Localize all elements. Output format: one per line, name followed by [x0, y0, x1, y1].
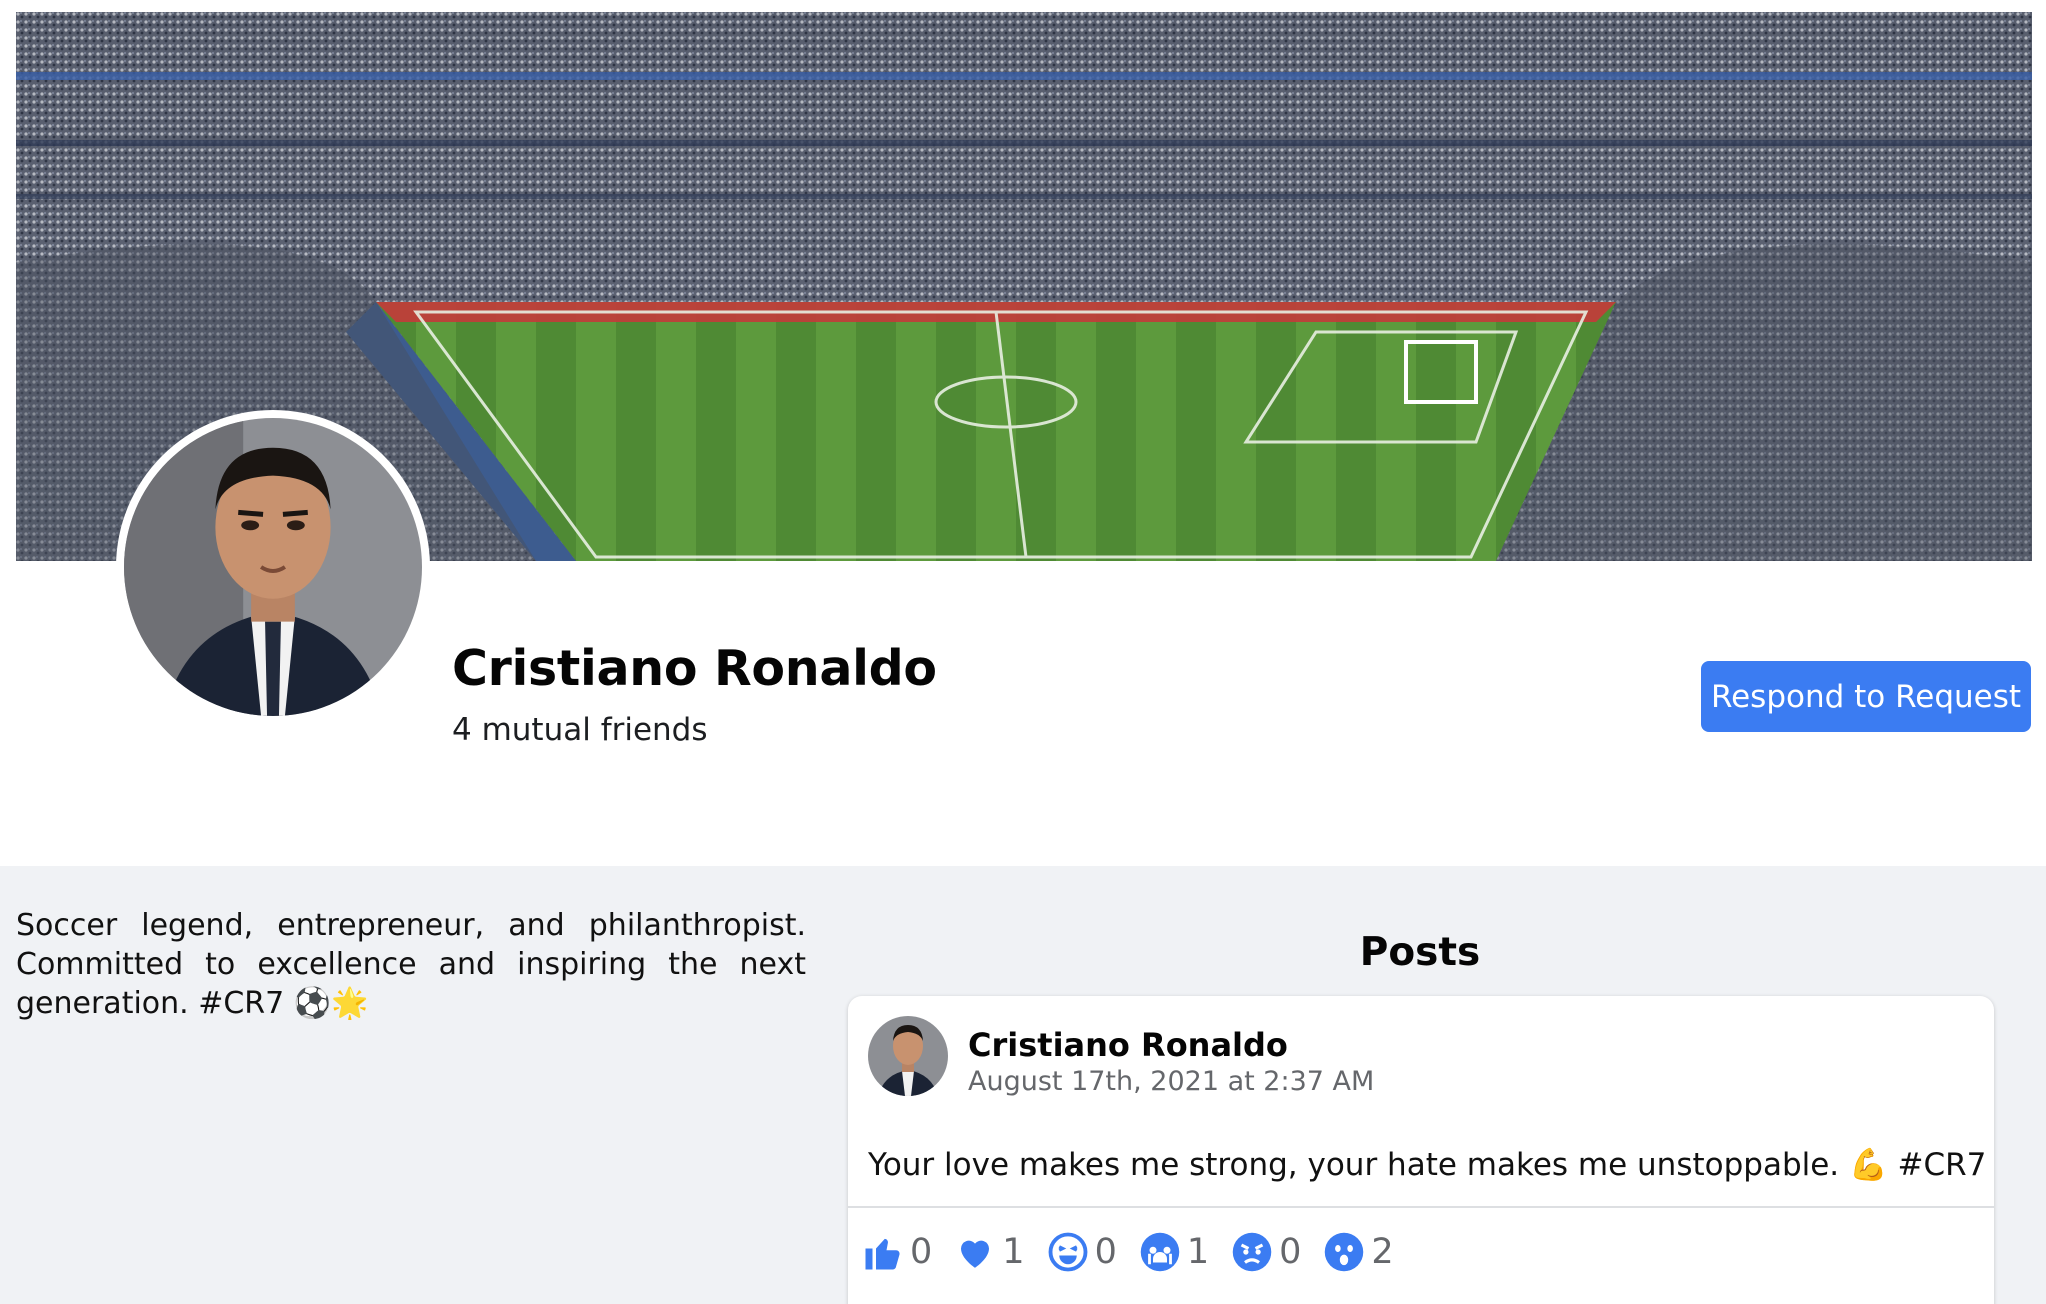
like-icon — [865, 1238, 900, 1270]
post-divider — [848, 1206, 1994, 1208]
reaction-sad[interactable]: 1 — [1139, 1231, 1209, 1273]
reaction-angry[interactable]: 0 — [1231, 1231, 1301, 1273]
like-count: 0 — [910, 1232, 933, 1272]
profile-name: Cristiano Ronaldo — [452, 640, 937, 697]
reaction-wow[interactable]: 2 — [1323, 1231, 1394, 1273]
post-card: Cristiano Ronaldo August 17th, 2021 at 2… — [848, 996, 1994, 1304]
angry-count: 0 — [1279, 1232, 1302, 1272]
posts-heading: Posts — [1359, 930, 1481, 975]
bio-text: Soccer legend, entrepreneur, and philant… — [16, 908, 806, 1021]
haha-icon — [1048, 1232, 1087, 1272]
post-author-avatar[interactable] — [868, 1016, 948, 1096]
love-count: 1 — [1002, 1232, 1025, 1272]
mutual-friends-link[interactable]: 4 mutual friends — [452, 712, 708, 748]
angry-icon — [1232, 1232, 1272, 1272]
reaction-haha[interactable]: 0 — [1047, 1231, 1117, 1273]
post-author-name[interactable]: Cristiano Ronaldo — [968, 1026, 1288, 1064]
profile-page: Cristiano Ronaldo 4 mutual friends Respo… — [0, 0, 2046, 1304]
avatar-image — [124, 418, 422, 716]
reaction-love[interactable]: 1 — [954, 1231, 1025, 1273]
post-timestamp[interactable]: August 17th, 2021 at 2:37 AM — [968, 1066, 1374, 1097]
wow-count: 2 — [1371, 1232, 1394, 1272]
reaction-like[interactable]: 0 — [862, 1231, 932, 1273]
profile-content: Soccer legend, entrepreneur, and philant… — [0, 866, 2046, 1304]
wow-icon — [1325, 1232, 1364, 1272]
profile-avatar[interactable] — [116, 410, 430, 724]
post-text: Your love makes me strong, your hate mak… — [868, 1147, 1987, 1183]
haha-count: 0 — [1094, 1232, 1117, 1272]
avatar-image — [868, 1016, 948, 1096]
sad-icon — [1140, 1232, 1180, 1272]
reaction-bar: 0 1 0 1 0 2 — [862, 1231, 1416, 1273]
respond-to-request-button[interactable]: Respond to Request — [1701, 661, 2031, 732]
sad-count: 1 — [1186, 1232, 1210, 1272]
love-icon — [961, 1240, 990, 1268]
